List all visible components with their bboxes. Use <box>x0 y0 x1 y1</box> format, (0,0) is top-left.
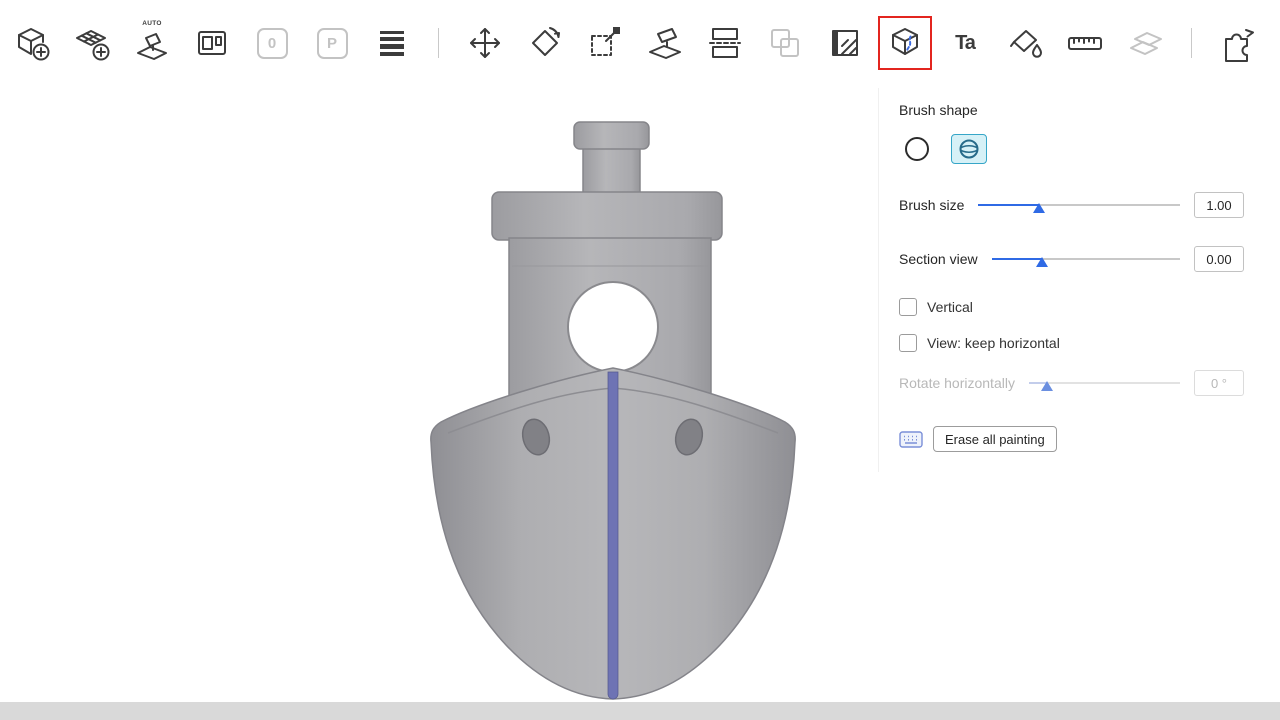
rotate-horizontally-value[interactable] <box>1194 370 1244 396</box>
main-toolbar: AUTO 0 P <box>0 0 1280 86</box>
vertical-checkbox[interactable] <box>899 298 917 316</box>
split-to-objects-icon[interactable]: 0 <box>248 19 296 67</box>
brush-shape-sphere-button[interactable] <box>951 134 987 164</box>
mesh-boolean-icon[interactable] <box>761 19 809 67</box>
vertical-option: Vertical <box>899 298 1244 316</box>
benchy-roof <box>492 192 722 240</box>
plugin-icon[interactable] <box>1214 19 1262 67</box>
variable-layer-height-icon[interactable] <box>368 19 416 67</box>
split-to-parts-icon[interactable]: P <box>308 19 356 67</box>
brush-size-label: Brush size <box>899 197 964 213</box>
split-parts-badge: P <box>317 28 348 59</box>
add-plate-icon[interactable] <box>68 19 116 67</box>
seam-stripe <box>608 372 618 699</box>
brush-size-row: Brush size <box>899 192 1244 218</box>
benchy-chimney-body <box>583 145 640 197</box>
keep-horizontal-option: View: keep horizontal <box>899 334 1244 352</box>
assembly-view-icon[interactable] <box>1121 19 1169 67</box>
circle-brush-icon <box>905 137 929 161</box>
brush-size-slider[interactable] <box>978 197 1180 213</box>
rotate-horizontally-row: Rotate horizontally <box>899 370 1244 396</box>
rotate-horizontally-label: Rotate horizontally <box>899 375 1015 391</box>
sphere-brush-icon <box>958 138 980 160</box>
rotate-icon[interactable] <box>521 19 569 67</box>
measure-icon[interactable] <box>1061 19 1109 67</box>
arrange-icon[interactable] <box>188 19 236 67</box>
color-painting-icon[interactable] <box>1001 19 1049 67</box>
toolbar-group-plugin <box>1214 19 1262 67</box>
keep-horizontal-label: View: keep horizontal <box>927 335 1060 351</box>
build-plate-edge <box>0 702 1280 720</box>
text-tool-glyph: Ta <box>955 32 975 55</box>
benchy-chimney-top <box>574 122 649 149</box>
section-view-value[interactable] <box>1194 246 1244 272</box>
erase-all-painting-button[interactable]: Erase all painting <box>933 426 1057 452</box>
add-object-icon[interactable] <box>8 19 56 67</box>
brush-size-handle[interactable] <box>1033 203 1045 213</box>
brush-shape-label: Brush shape <box>899 102 1244 118</box>
seam-painting-icon[interactable] <box>881 19 929 67</box>
model-benchy[interactable] <box>431 122 795 699</box>
brush-size-value[interactable] <box>1194 192 1244 218</box>
place-on-face-icon[interactable] <box>641 19 689 67</box>
support-painting-icon[interactable] <box>821 19 869 67</box>
keep-horizontal-checkbox[interactable] <box>899 334 917 352</box>
toolbar-group-tools: Ta <box>461 19 1169 67</box>
erase-row: Erase all painting <box>899 426 1244 452</box>
section-view-row: Section view <box>899 246 1244 272</box>
brush-shape-circle-button[interactable] <box>899 134 935 164</box>
cut-icon[interactable] <box>701 19 749 67</box>
brush-shape-options <box>899 134 1244 164</box>
section-view-handle[interactable] <box>1036 257 1048 267</box>
keyboard-shortcut-icon <box>899 431 923 448</box>
rotate-horizontally-slider[interactable] <box>1029 375 1180 391</box>
benchy-window <box>568 282 658 372</box>
scale-icon[interactable] <box>581 19 629 67</box>
rotate-horizontally-handle[interactable] <box>1041 381 1053 391</box>
section-view-label: Section view <box>899 251 978 267</box>
vertical-label: Vertical <box>927 299 973 315</box>
toolbar-separator-2 <box>1191 28 1192 58</box>
move-icon[interactable] <box>461 19 509 67</box>
auto-orient-icon[interactable]: AUTO <box>128 19 176 67</box>
section-view-slider[interactable] <box>992 251 1180 267</box>
toolbar-group-add: AUTO 0 P <box>8 19 416 67</box>
auto-orient-label: AUTO <box>128 20 176 27</box>
text-tool-icon[interactable]: Ta <box>941 19 989 67</box>
split-objects-badge: 0 <box>257 28 288 59</box>
seam-painting-panel: Brush shape Brush size Section view Vert… <box>878 88 1274 472</box>
toolbar-separator-1 <box>438 28 439 58</box>
